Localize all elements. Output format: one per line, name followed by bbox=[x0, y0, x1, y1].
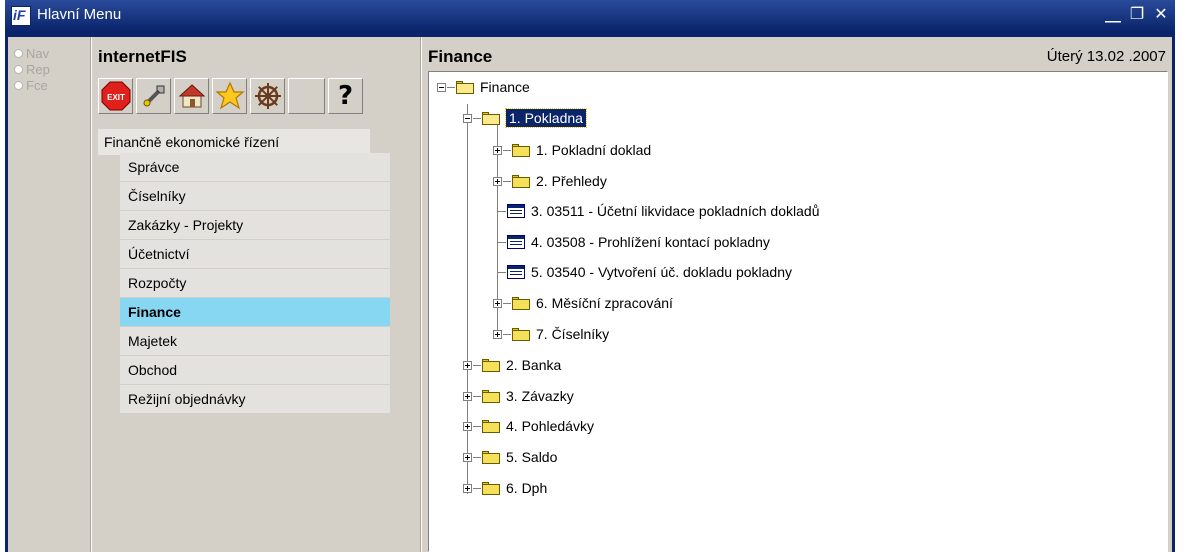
app-title: internetFIS bbox=[98, 47, 187, 66]
radio-circle-icon bbox=[14, 48, 23, 58]
folder-icon bbox=[512, 143, 530, 157]
menu-item-ucetnictvi[interactable]: Účetnictví bbox=[120, 240, 390, 268]
exit-stop-icon: EXIT bbox=[101, 81, 130, 111]
expand-icon[interactable] bbox=[463, 483, 472, 493]
menu-item-rozpocty[interactable]: Rozpočty bbox=[120, 269, 390, 297]
tree-node-finance[interactable]: Finance bbox=[437, 77, 530, 97]
form-icon bbox=[507, 235, 525, 249]
expand-icon[interactable] bbox=[493, 329, 502, 339]
tree-node-pokladni-doklad[interactable]: 1. Pokladní doklad bbox=[493, 140, 651, 160]
navigation-button[interactable] bbox=[250, 78, 285, 114]
minimize-button[interactable]: ⎽ bbox=[1105, 5, 1121, 25]
mode-radio-group: Nav Rep Fce bbox=[14, 45, 74, 93]
tree-node-pokladna[interactable]: 1. Pokladna bbox=[463, 108, 587, 128]
main-window: iF Hlavní Menu ⎽ ❐ ✕ Nav Rep Fce interne… bbox=[5, 0, 1175, 552]
tools-button[interactable] bbox=[136, 78, 171, 114]
menu-item-majetek[interactable]: Majetek bbox=[120, 327, 390, 355]
section-label: Finančně ekonomické řízení bbox=[98, 129, 370, 155]
tree-node-03508[interactable]: 4. 03508 - Prohlížení kontací pokladny bbox=[498, 232, 770, 252]
expand-icon[interactable] bbox=[463, 452, 472, 462]
radio-fce[interactable]: Fce bbox=[14, 77, 74, 93]
menu-item-zakazky-projekty[interactable]: Zakázky - Projekty bbox=[120, 211, 390, 239]
left-divider-highlight bbox=[91, 37, 92, 552]
expand-icon[interactable] bbox=[493, 145, 502, 155]
expand-icon[interactable] bbox=[463, 421, 472, 431]
panel-title: Finance bbox=[428, 47, 493, 66]
pane-divider-highlight bbox=[421, 37, 422, 552]
close-button[interactable]: ✕ bbox=[1153, 5, 1169, 25]
tree-node-ciselniky[interactable]: 7. Číselníky bbox=[493, 324, 609, 344]
finance-tree: Finance 1. Pokladna 1. Pokladní doklad 2… bbox=[428, 71, 1168, 552]
favorites-button[interactable] bbox=[212, 78, 247, 114]
expand-icon[interactable] bbox=[493, 298, 502, 308]
expand-icon[interactable] bbox=[493, 176, 502, 186]
radio-circle-icon bbox=[14, 80, 23, 90]
radio-rep[interactable]: Rep bbox=[14, 61, 74, 77]
folder-icon bbox=[482, 389, 500, 403]
open-folder-icon bbox=[456, 80, 474, 94]
form-icon bbox=[507, 265, 525, 279]
home-icon bbox=[178, 84, 205, 108]
collapse-icon[interactable] bbox=[463, 113, 472, 123]
tree-node-mesicni-zpracovani[interactable]: 6. Měsíční zpracování bbox=[493, 293, 673, 313]
open-folder-icon bbox=[482, 111, 500, 125]
home-button[interactable] bbox=[174, 78, 209, 114]
folder-icon bbox=[512, 174, 530, 188]
title-bar[interactable]: iF Hlavní Menu ⎽ ❐ ✕ bbox=[5, 0, 1175, 32]
tree-node-saldo[interactable]: 5. Saldo bbox=[463, 447, 557, 467]
tree-node-prehledy[interactable]: 2. Přehledy bbox=[493, 171, 607, 191]
tree-node-zavazky[interactable]: 3. Závazky bbox=[463, 386, 574, 406]
ship-wheel-icon bbox=[254, 83, 281, 109]
menu-item-spravce[interactable]: Správce bbox=[120, 153, 390, 181]
form-icon bbox=[507, 204, 525, 218]
folder-icon bbox=[482, 481, 500, 495]
expand-icon[interactable] bbox=[463, 360, 472, 370]
radio-nav[interactable]: Nav bbox=[14, 45, 74, 61]
window-title: Hlavní Menu bbox=[37, 6, 122, 23]
menu-item-finance[interactable]: Finance bbox=[120, 298, 390, 326]
tree-node-03511[interactable]: 3. 03511 - Účetní likvidace pokladních d… bbox=[498, 201, 819, 221]
expand-icon[interactable] bbox=[463, 391, 472, 401]
restore-button[interactable]: ❐ bbox=[1129, 5, 1145, 25]
empty-toolbar-button[interactable] bbox=[288, 78, 325, 114]
help-button[interactable]: ? bbox=[328, 78, 363, 114]
folder-icon bbox=[482, 358, 500, 372]
menu-item-ciselniky[interactable]: Číselníky bbox=[120, 182, 390, 210]
menu-item-rezijni-objednavky[interactable]: Režijní objednávky bbox=[120, 385, 390, 413]
current-date: Úterý 13.02 .2007 bbox=[1046, 48, 1166, 65]
tree-node-dph[interactable]: 6. Dph bbox=[463, 478, 547, 498]
radio-circle-icon bbox=[14, 64, 23, 74]
toolbar: EXIT ? bbox=[98, 78, 363, 114]
star-icon bbox=[214, 81, 245, 110]
help-icon: ? bbox=[337, 81, 354, 111]
collapse-icon[interactable] bbox=[437, 82, 446, 92]
folder-icon bbox=[482, 419, 500, 433]
menu-item-obchod[interactable]: Obchod bbox=[120, 356, 390, 384]
module-menu: Správce Číselníky Zakázky - Projekty Úče… bbox=[120, 153, 390, 414]
folder-icon bbox=[482, 450, 500, 464]
tree-node-banka[interactable]: 2. Banka bbox=[463, 355, 561, 375]
svg-text:EXIT: EXIT bbox=[107, 93, 125, 102]
client-area: Nav Rep Fce internetFIS EXIT ? Finančně … bbox=[8, 37, 1172, 552]
tree-node-03540[interactable]: 5. 03540 - Vytvoření úč. dokladu pokladn… bbox=[498, 262, 792, 282]
exit-button[interactable]: EXIT bbox=[98, 78, 133, 114]
folder-icon bbox=[512, 327, 530, 341]
tree-connector bbox=[467, 144, 468, 494]
tree-node-pohledavky[interactable]: 4. Pohledávky bbox=[463, 416, 594, 436]
tools-icon bbox=[143, 85, 164, 107]
folder-icon bbox=[512, 296, 530, 310]
app-logo-icon: iF bbox=[11, 6, 31, 26]
